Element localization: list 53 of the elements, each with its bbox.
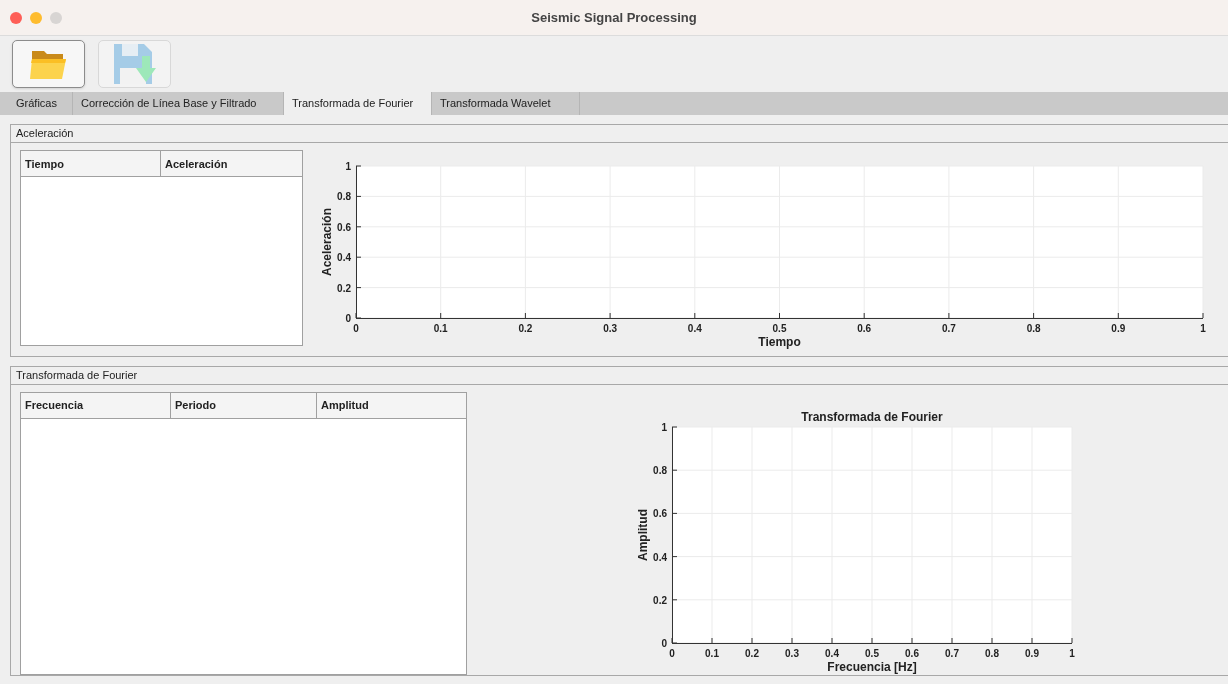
tick-label: 0.6 [337, 221, 351, 233]
tick-label: 0.4 [687, 323, 702, 334]
tick-label: 0.4 [337, 252, 351, 264]
tick-label: 0.8 [653, 464, 667, 476]
tick-label: 0.2 [745, 647, 759, 659]
tick-label: 0.1 [705, 647, 719, 659]
axis-label: Tiempo [758, 335, 801, 349]
axis-label: Aceleración [320, 208, 334, 276]
tick-label: 0.5 [865, 647, 879, 659]
axis-label: Amplitud [636, 508, 650, 561]
tick-label: 0 [669, 647, 675, 659]
tick-label: 0 [661, 637, 667, 649]
tick-label: 0.5 [772, 323, 787, 334]
minimize-button[interactable] [30, 11, 42, 24]
column-header[interactable]: Aceleración [161, 151, 302, 177]
tick-label: 0.6 [653, 507, 667, 519]
tick-label: 0 [353, 323, 359, 334]
panel-title: Aceleración [16, 126, 74, 142]
column-header[interactable]: Periodo [171, 392, 317, 419]
open-button[interactable] [12, 40, 85, 88]
tick-label: 1 [1200, 323, 1206, 334]
tick-label: 0.8 [985, 647, 999, 659]
panel-title: Transformada de Fourier [16, 368, 138, 383]
close-button[interactable] [10, 11, 22, 24]
tick-label: 0.8 [1026, 323, 1041, 334]
tick-label: 0.6 [857, 323, 872, 334]
tick-label: 0.7 [941, 323, 956, 334]
column-header[interactable]: Amplitud [317, 392, 466, 419]
tick-label: 1 [661, 421, 667, 433]
column-header[interactable]: Tiempo [21, 151, 161, 177]
chart-title: Transformada de Fourier [801, 409, 943, 424]
tick-label: 1 [1069, 647, 1075, 659]
tick-label: 0.3 [603, 323, 618, 334]
tick-label: 0.9 [1025, 647, 1039, 659]
tick-label: 0.3 [785, 647, 799, 659]
zoom-button[interactable] [50, 11, 62, 24]
tick-label: 0.2 [337, 282, 351, 294]
tick-label: 0.9 [1111, 323, 1126, 334]
column-header[interactable]: Frecuencia [21, 392, 171, 419]
tick-label: 0.2 [518, 323, 533, 334]
tick-label: 0.4 [653, 551, 667, 563]
tick-label: 0.8 [337, 191, 351, 203]
tick-label: 0.7 [945, 647, 959, 659]
tick-label: 0.4 [825, 647, 839, 659]
window-title: Seismic Signal Processing [531, 9, 697, 28]
tick-label: 0 [345, 313, 351, 324]
tab[interactable]: Transformada de Fourier [284, 92, 432, 115]
floppy-disk-icon [111, 42, 158, 86]
tick-label: 1 [345, 161, 351, 172]
tick-label: 0.6 [905, 647, 919, 659]
tick-label: 0.1 [433, 323, 448, 334]
axis-label: Frecuencia [Hz] [827, 659, 917, 674]
tick-label: 0.2 [653, 594, 667, 606]
